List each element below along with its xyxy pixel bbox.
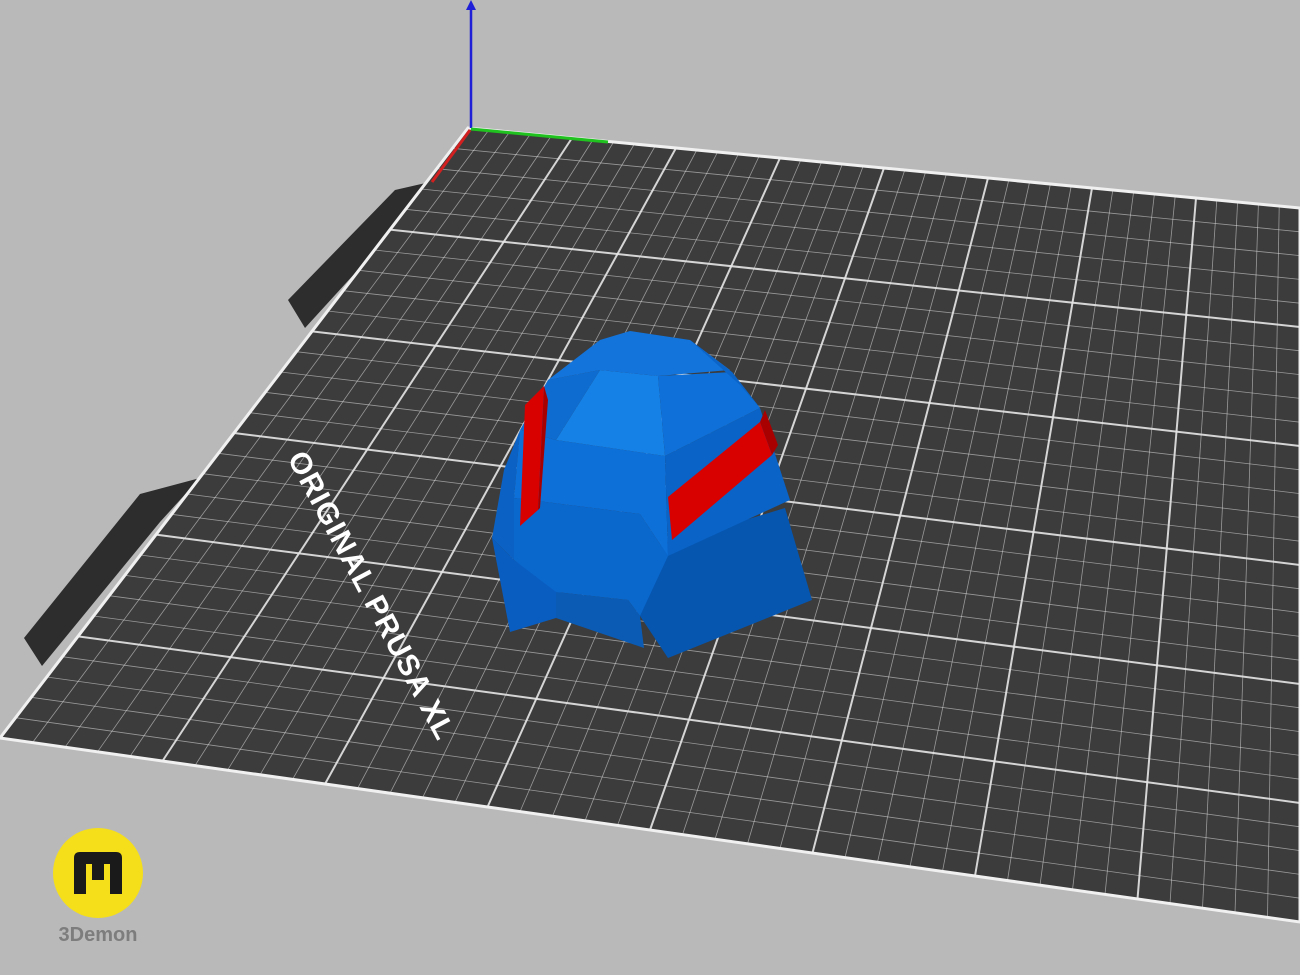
logo-text: 3Demon	[58, 924, 138, 946]
scene-canvas[interactable]: ORIGINAL PRUSA XL	[0, 0, 1300, 975]
3d-viewport[interactable]: ORIGINAL PRUSA XL 3Demon	[0, 0, 1300, 975]
logo-m-icon	[74, 852, 122, 894]
logo-badge-icon	[53, 828, 143, 918]
brand-logo: 3Demon	[48, 828, 148, 947]
